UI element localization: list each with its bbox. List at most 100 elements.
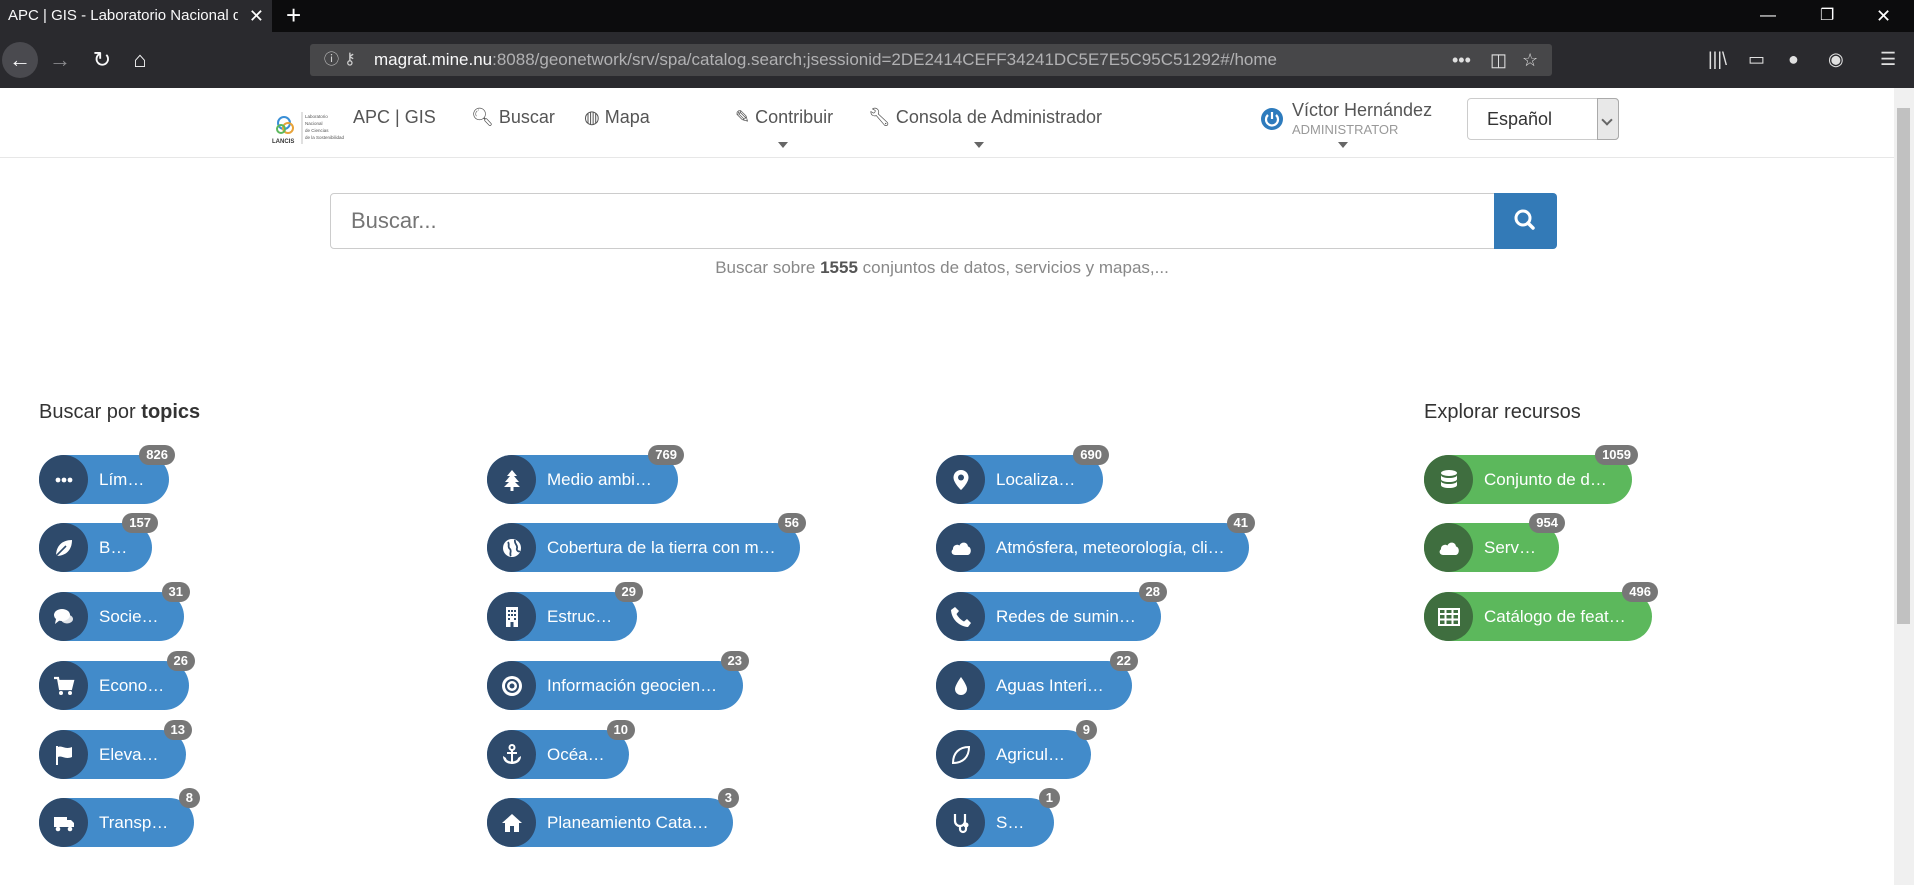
chip-label: Transporte — [99, 813, 172, 832]
nav-search[interactable]: 🔍︎ Buscar — [471, 107, 555, 128]
language-select[interactable]: Español — [1467, 98, 1619, 140]
svg-text:Nacional: Nacional — [305, 121, 323, 126]
chevron-down-icon[interactable] — [1597, 98, 1619, 140]
bookmark-star-icon[interactable]: ☆ — [1522, 44, 1538, 76]
power-icon[interactable] — [1260, 107, 1284, 131]
topic-chip[interactable]: Información geocientífica 23 — [487, 651, 749, 710]
extension-icon[interactable]: ● — [1788, 49, 1799, 70]
nav-admin-console[interactable]: 🔧︎ Consola de Administrador — [868, 107, 1102, 128]
new-tab-icon[interactable]: + — [286, 0, 301, 30]
topic-chip[interactable]: Salud 1 — [936, 788, 1060, 847]
count-badge: 26 — [166, 651, 195, 671]
search-icon — [1514, 209, 1535, 230]
phone-icon — [936, 592, 985, 641]
chip-label: Salud — [996, 813, 1032, 832]
nav-map[interactable]: ◍ Mapa — [584, 107, 650, 128]
browser-tab-bar: APC | GIS - Laboratorio Nacional de ✕ + … — [0, 0, 1914, 32]
chip-label: Información geocientífica — [547, 676, 721, 695]
contribute-caret-icon[interactable] — [778, 142, 788, 148]
count-badge: 22 — [1109, 651, 1138, 671]
topic-chip[interactable]: Biota157 — [39, 513, 158, 572]
topic-chip[interactable]: Estructura 29 — [487, 582, 643, 641]
topic-chip[interactable]: Cobertura de la tierra con ma… 56 — [487, 513, 806, 572]
count-badge: 1 — [1038, 788, 1060, 808]
info-icon[interactable]: ⓘ — [324, 44, 339, 76]
svg-text:de la Sostenibilidad: de la Sostenibilidad — [305, 135, 345, 140]
restore-icon[interactable]: ❐ — [1820, 0, 1834, 32]
globe-icon — [487, 523, 536, 572]
resource-chip[interactable]: Catálogo de features 496 — [1424, 582, 1658, 641]
admin-caret-icon[interactable] — [974, 142, 984, 148]
chip-label: Redes de suministro — [996, 607, 1139, 626]
minimize-icon[interactable]: — — [1760, 0, 1776, 32]
user-name[interactable]: Víctor Hernández — [1292, 100, 1432, 121]
chip-label: Economía — [99, 676, 167, 695]
leaf-outline-icon — [936, 730, 985, 779]
flag-icon — [39, 730, 88, 779]
topic-chip[interactable]: Agricultura 9 — [936, 720, 1097, 779]
topic-chip[interactable]: Elevación 13 — [39, 720, 192, 779]
topic-chip[interactable]: Aguas Interiores 22 — [936, 651, 1138, 710]
topic-chip[interactable]: Localización 690 — [936, 445, 1109, 504]
browser-tab[interactable]: APC | GIS - Laboratorio Nacional de ✕ — [0, 0, 272, 32]
account-icon[interactable]: ◉ — [1828, 49, 1844, 70]
leaf-icon — [39, 523, 88, 572]
chip-label: Conjunto de datos — [1484, 470, 1610, 489]
resource-chip[interactable]: Conjunto de datos 1059 — [1424, 445, 1638, 504]
comments-icon — [39, 592, 88, 641]
building-icon — [487, 592, 536, 641]
pocket-icon[interactable]: ◫ — [1490, 44, 1507, 76]
chip-label: Atmósfera, meteorología, clim… — [996, 538, 1227, 557]
search-hint: Buscar sobre 1555 conjuntos de datos, se… — [0, 258, 1884, 278]
globe-icon: ◍ — [584, 107, 600, 127]
url-bar[interactable]: ⓘ ⚷ magrat.mine.nu:8088/geonetwork/srv/s… — [310, 44, 1552, 76]
menu-icon[interactable]: ☰ — [1880, 49, 1896, 70]
scrollbar-thumb[interactable] — [1897, 108, 1910, 624]
user-role: ADMINISTRATOR — [1292, 122, 1399, 137]
topic-chip[interactable]: Sociedad 31 — [39, 582, 190, 641]
topic-chip[interactable]: Atmósfera, meteorología, clim… 41 — [936, 513, 1255, 572]
chip-label: Límites — [99, 470, 147, 489]
topic-chip[interactable]: Medio ambiente 769 — [487, 445, 684, 504]
close-tab-icon[interactable]: ✕ — [249, 0, 264, 32]
anchor-icon — [487, 730, 536, 779]
user-caret-icon[interactable] — [1338, 142, 1348, 148]
count-badge: 769 — [648, 445, 684, 465]
lancis-logo[interactable]: LANCIS Laboratorio Nacional de Ciencias … — [272, 110, 346, 146]
chip-label: Catálogo de features — [1484, 607, 1630, 626]
back-icon[interactable]: ← — [2, 42, 38, 78]
tab-title: APC | GIS - Laboratorio Nacional de — [8, 7, 238, 24]
count-badge: 826 — [139, 445, 175, 465]
search-input[interactable] — [330, 193, 1495, 249]
reload-icon[interactable]: ↻ — [84, 42, 120, 78]
brand-link[interactable]: APC | GIS — [353, 107, 436, 128]
topic-chip[interactable]: Economía 26 — [39, 651, 195, 710]
resource-chip[interactable]: Servicio 954 — [1424, 513, 1565, 572]
url-host: magrat.mine.nu — [374, 50, 493, 69]
key-icon[interactable]: ⚷ — [344, 44, 356, 76]
sidebar-icon[interactable]: ▭ — [1748, 49, 1765, 70]
chip-label: Sociedad — [99, 607, 162, 626]
search-button[interactable] — [1494, 193, 1557, 249]
more-icon[interactable]: ••• — [1452, 44, 1471, 76]
topic-chip[interactable]: Redes de suministro 28 — [936, 582, 1167, 641]
library-icon[interactable]: |||\ — [1708, 49, 1727, 70]
cloud-icon — [1424, 523, 1473, 572]
map-marker-icon — [936, 455, 985, 504]
svg-text:Laboratorio: Laboratorio — [305, 114, 328, 119]
forward-icon[interactable]: → — [42, 42, 78, 78]
home-icon[interactable]: ⌂ — [122, 42, 158, 78]
count-badge: 690 — [1073, 445, 1109, 465]
close-window-icon[interactable]: ✕ — [1876, 0, 1891, 32]
topic-chip[interactable]: Límites 826 — [39, 445, 175, 504]
topic-chip[interactable]: Océanos 10 — [487, 720, 635, 779]
chip-label: Elevación — [99, 745, 164, 764]
nav-contribute[interactable]: ✎ Contribuir — [735, 107, 833, 128]
count-badge: 29 — [614, 582, 643, 602]
chip-label: Océanos — [547, 745, 607, 764]
svg-text:de Ciencias: de Ciencias — [305, 128, 329, 133]
topic-chip[interactable]: Transporte 8 — [39, 788, 200, 847]
tree-icon — [487, 455, 536, 504]
topic-chip[interactable]: Planeamiento Catastral 3 — [487, 788, 739, 847]
chip-label: Cobertura de la tierra con ma… — [547, 538, 778, 557]
